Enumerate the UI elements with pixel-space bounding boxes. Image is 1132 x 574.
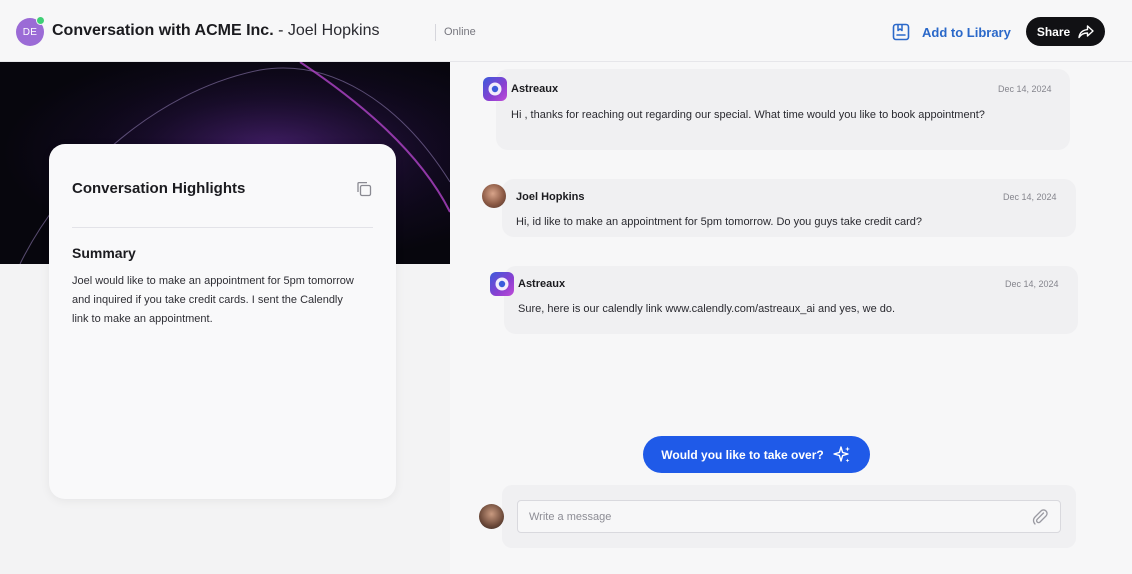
app-root: DE Conversation with ACME Inc. - Joel Ho… bbox=[0, 0, 1132, 574]
message-sender: Astreaux bbox=[511, 83, 559, 95]
library-icon bbox=[892, 23, 910, 41]
online-status-dot bbox=[36, 16, 45, 25]
add-to-library-button[interactable]: Add to Library bbox=[892, 20, 1011, 44]
message-text: Hi , thanks for reaching out regarding o… bbox=[511, 109, 985, 121]
message-date: Dec 14, 2024 bbox=[1005, 279, 1059, 289]
message-text: Sure, here is our calendly link www.cale… bbox=[518, 303, 896, 315]
paperclip-icon bbox=[1032, 509, 1048, 525]
share-label: Share bbox=[1036, 24, 1071, 39]
user-avatar bbox=[482, 184, 506, 208]
summary-heading: Summary bbox=[72, 245, 136, 261]
attach-button[interactable] bbox=[1031, 508, 1049, 531]
share-button[interactable]: Share bbox=[1026, 17, 1105, 46]
contact-name: Joel Hopkins bbox=[287, 22, 380, 39]
copy-icon bbox=[357, 181, 372, 197]
message-sender: Astreaux bbox=[518, 278, 566, 290]
summary-line: and inquired if you take credit cards. I… bbox=[72, 294, 343, 306]
add-to-library-label: Add to Library bbox=[922, 24, 1011, 40]
org-avatar-initials: DE bbox=[22, 26, 38, 38]
header-divider bbox=[435, 24, 436, 41]
share-arrow-icon bbox=[1078, 24, 1094, 38]
sparkle-icon bbox=[833, 445, 850, 462]
highlights-divider bbox=[72, 227, 373, 228]
message-bubble bbox=[504, 266, 1078, 334]
message-sender: Joel Hopkins bbox=[516, 191, 585, 203]
highlights-title: Conversation Highlights bbox=[72, 180, 246, 197]
conversation-highlights-card: Conversation Highlights Summary Joel wou… bbox=[49, 144, 396, 499]
status-label: Online bbox=[444, 26, 476, 38]
take-over-button[interactable]: Would you like to take over? bbox=[643, 436, 870, 473]
message-date: Dec 14, 2024 bbox=[998, 84, 1052, 94]
conversation-title: Conversation with ACME Inc. bbox=[52, 22, 274, 39]
take-over-label: Would you like to take over? bbox=[661, 447, 824, 462]
message-input[interactable] bbox=[517, 500, 1061, 533]
message-date: Dec 14, 2024 bbox=[1003, 192, 1057, 202]
copy-button[interactable] bbox=[355, 180, 373, 203]
astreaux-logo-icon bbox=[490, 272, 514, 296]
current-user-avatar bbox=[479, 504, 504, 529]
summary-line: Joel would like to make an appointment f… bbox=[72, 275, 354, 287]
message-text: Hi, id like to make an appointment for 5… bbox=[516, 216, 922, 228]
title-separator: - bbox=[273, 22, 288, 39]
summary-line: link to make an appointment. bbox=[72, 313, 213, 325]
astreaux-logo-icon bbox=[483, 77, 507, 101]
header-bar: DE Conversation with ACME Inc. - Joel Ho… bbox=[0, 0, 1132, 62]
message-bubble bbox=[502, 179, 1076, 237]
summary-text: Joel would like to make an appointment f… bbox=[72, 272, 372, 329]
page-title: Conversation with ACME Inc. - Joel Hopki… bbox=[52, 22, 379, 40]
